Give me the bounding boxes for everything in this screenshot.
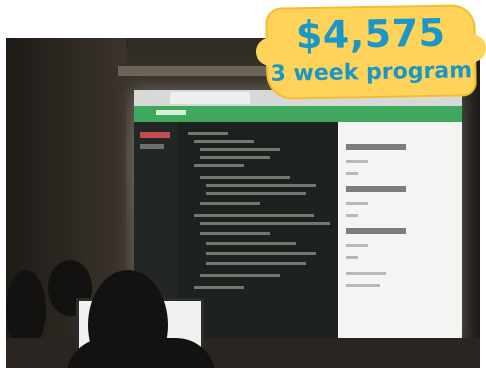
- code-line: [200, 202, 260, 205]
- sidebar-file-active: [140, 132, 170, 138]
- sidebar-file: [140, 144, 164, 149]
- price-badge: $4,575 3 week program: [265, 4, 477, 100]
- badge-price: $4,575: [295, 10, 446, 58]
- preview-text-blur: [346, 160, 368, 163]
- code-line: [194, 286, 244, 289]
- code-line: [206, 192, 306, 195]
- preview-heading-blur: [346, 144, 406, 150]
- preview-text-blur: [346, 256, 358, 259]
- code-line: [200, 274, 280, 277]
- preview-text-blur: [346, 172, 358, 175]
- code-line: [200, 156, 270, 159]
- preview-heading-blur: [346, 186, 406, 192]
- code-line: [194, 214, 314, 217]
- preview-text-blur: [346, 214, 358, 217]
- code-line: [206, 242, 296, 245]
- app-title-blur: [156, 110, 186, 115]
- code-line: [206, 252, 316, 255]
- preview-text-blur: [346, 202, 368, 205]
- code-line: [200, 148, 280, 151]
- code-line: [188, 132, 228, 135]
- badge-subtitle: 3 week program: [270, 58, 473, 87]
- preview-heading-blur: [346, 228, 406, 234]
- preview-text-blur: [346, 244, 368, 247]
- code-line: [206, 262, 306, 265]
- code-line: [194, 164, 244, 167]
- code-line: [200, 176, 290, 179]
- code-line: [206, 184, 316, 187]
- code-line: [200, 222, 330, 225]
- preview-text-blur: [346, 272, 386, 275]
- browser-tab: [170, 92, 250, 104]
- student-shoulders: [66, 338, 216, 368]
- live-preview-pane: [338, 122, 462, 350]
- code-line: [194, 140, 254, 143]
- preview-text-blur: [346, 284, 380, 287]
- code-line: [200, 232, 270, 235]
